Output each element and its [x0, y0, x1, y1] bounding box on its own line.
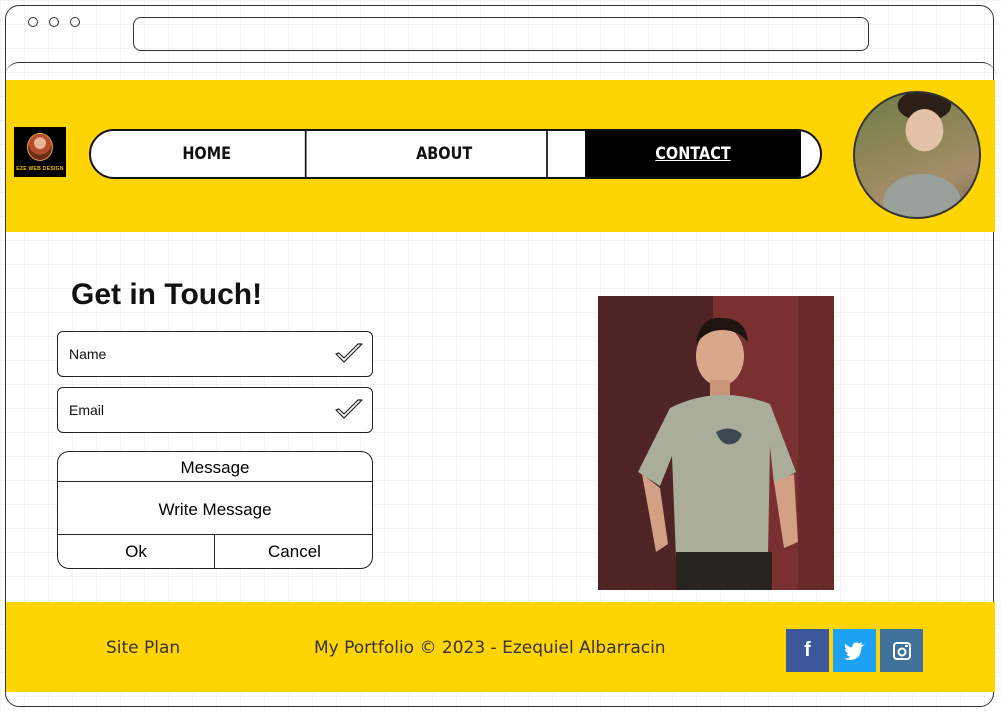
logo-avatar-icon: [27, 133, 53, 161]
copyright-text: My Portfolio © 2023 - Ezequiel Albarraci…: [314, 638, 666, 658]
portrait-photo: [598, 296, 834, 590]
nav-home-label: HOME: [182, 144, 231, 164]
portrait-figure: [598, 296, 834, 590]
email-field[interactable]: Email: [57, 387, 373, 433]
ok-button[interactable]: Ok: [58, 535, 215, 568]
main-nav: HOME ABOUT CONTACT: [89, 129, 822, 179]
facebook-glyph: f: [804, 639, 811, 661]
twitter-bird-icon: [843, 641, 865, 660]
window-maximize-dot[interactable]: [70, 17, 80, 27]
profile-avatar: [853, 91, 981, 219]
instagram-camera-icon: [892, 641, 911, 660]
email-field-label: Email: [69, 402, 105, 418]
logo-text: EZE WEB DESIGN: [16, 166, 64, 172]
nav-contact[interactable]: CONTACT: [585, 131, 801, 177]
window-minimize-dot[interactable]: [49, 17, 59, 27]
nav-home[interactable]: HOME: [108, 131, 307, 177]
window-close-dot[interactable]: [28, 17, 38, 27]
cancel-button[interactable]: Cancel: [215, 535, 372, 568]
message-title: Message: [58, 452, 372, 482]
site-logo[interactable]: EZE WEB DESIGN: [14, 127, 66, 177]
name-field[interactable]: Name: [57, 331, 373, 377]
site-plan-link[interactable]: Site Plan: [106, 638, 180, 658]
checkmark-icon: [335, 399, 363, 419]
nav-about[interactable]: ABOUT: [342, 131, 548, 177]
nav-contact-label: CONTACT: [655, 144, 731, 164]
address-bar[interactable]: [133, 17, 869, 51]
twitter-icon[interactable]: [833, 629, 876, 672]
name-field-label: Name: [69, 346, 107, 362]
page-title: Get in Touch!: [71, 278, 263, 311]
instagram-icon[interactable]: [880, 629, 923, 672]
checkmark-icon: [335, 343, 363, 363]
message-input[interactable]: Write Message: [58, 482, 372, 535]
message-box: Message Write Message Ok Cancel: [57, 451, 373, 569]
facebook-icon[interactable]: f: [786, 629, 829, 672]
nav-about-label: ABOUT: [416, 144, 473, 164]
